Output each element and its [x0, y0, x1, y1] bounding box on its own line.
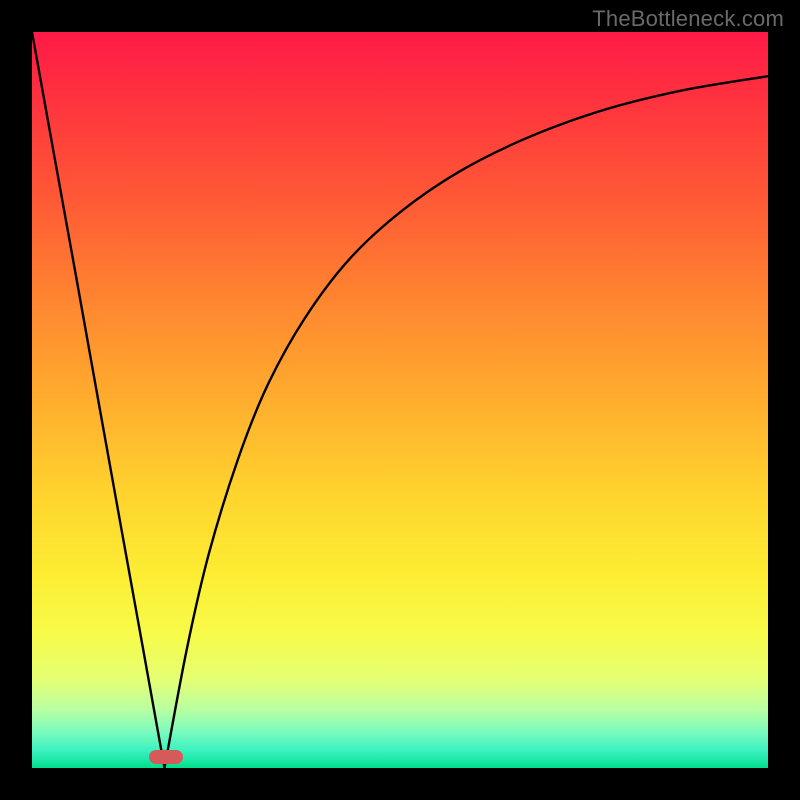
plot-area	[32, 32, 768, 768]
optimum-marker	[149, 750, 183, 764]
watermark-text: TheBottleneck.com	[592, 6, 784, 32]
chart-frame: TheBottleneck.com	[0, 0, 800, 800]
bottleneck-curve	[32, 32, 768, 768]
bottleneck-curve-path	[32, 32, 768, 768]
